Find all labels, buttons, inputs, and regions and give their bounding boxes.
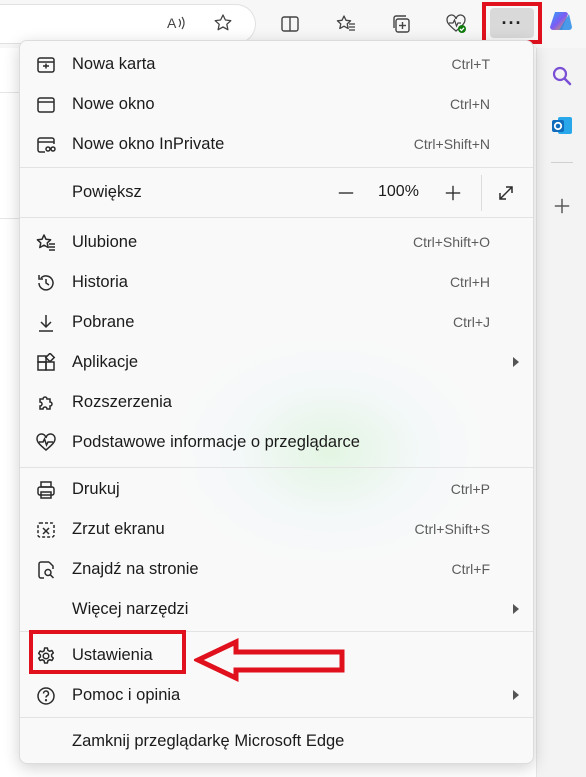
- menu-item-find-on-page[interactable]: Znajdź na stronie Ctrl+F: [20, 550, 533, 588]
- menu-item-label: Pobrane: [72, 312, 135, 331]
- edge-sidebar: [536, 11, 586, 777]
- menu-item-label: Znajdź na stronie: [72, 559, 199, 578]
- menu-item-apps[interactable]: Aplikacje: [20, 343, 533, 381]
- sidebar-divider: [551, 162, 573, 163]
- favorites-icon: [35, 232, 57, 254]
- favorite-star-icon[interactable]: [205, 5, 241, 41]
- menu-item-new-tab[interactable]: Nowa karta Ctrl+T: [20, 45, 533, 83]
- menu-item-shortcut: Ctrl+H: [449, 274, 490, 290]
- print-icon: [35, 479, 57, 501]
- screenshot-icon: [35, 519, 57, 541]
- menu-item-label: Historia: [72, 272, 128, 291]
- menu-item-shortcut: Ctrl+N: [449, 96, 490, 112]
- download-icon: [35, 312, 57, 334]
- menu-item-inprivate-window[interactable]: Nowe okno InPrivate Ctrl+Shift+N: [20, 125, 533, 163]
- settings-icon: [35, 645, 57, 667]
- menu-item-extensions[interactable]: Rozszerzenia: [20, 383, 533, 421]
- fullscreen-icon[interactable]: [492, 179, 520, 207]
- menu-item-shortcut: Ctrl+Shift+O: [412, 234, 490, 250]
- more-button-highlight[interactable]: ···: [482, 2, 542, 44]
- menu-item-zoom: Powiększ 100%: [20, 173, 533, 211]
- menu-item-browser-essentials[interactable]: Podstawowe informacje o przeglądarce: [20, 423, 533, 461]
- settings-and-more-menu: Nowa karta Ctrl+T Nowe okno Ctrl+N Nowe …: [19, 40, 534, 764]
- new-window-icon: [35, 94, 57, 116]
- menu-item-label: Podstawowe informacje o przeglądarce: [72, 432, 360, 451]
- menu-divider: [20, 467, 533, 468]
- zoom-separator: [481, 175, 482, 211]
- browser-essentials-icon[interactable]: [438, 6, 474, 42]
- help-icon: [35, 685, 57, 707]
- collections-icon[interactable]: [383, 6, 419, 42]
- menu-item-shortcut: Ctrl+F: [451, 561, 491, 577]
- history-icon: [35, 272, 57, 294]
- submenu-chevron-icon: [513, 690, 519, 700]
- menu-item-label: Powiększ: [72, 182, 142, 201]
- find-icon: [35, 559, 57, 581]
- menu-item-new-window[interactable]: Nowe okno Ctrl+N: [20, 85, 533, 123]
- menu-divider: [20, 631, 533, 632]
- menu-item-label: Nowe okno: [72, 94, 155, 113]
- menu-item-shortcut: Ctrl+Shift+S: [414, 521, 490, 537]
- zoom-in-button[interactable]: [438, 178, 468, 208]
- menu-item-screenshot[interactable]: Zrzut ekranu Ctrl+Shift+S: [20, 510, 533, 548]
- menu-item-shortcut: Ctrl+Shift+N: [413, 136, 490, 152]
- menu-item-history[interactable]: Historia Ctrl+H: [20, 263, 533, 301]
- menu-item-close-edge[interactable]: Zamknij przeglądarkę Microsoft Edge: [20, 722, 533, 760]
- split-screen-icon[interactable]: [272, 6, 308, 42]
- extensions-icon: [35, 392, 57, 414]
- more-icon[interactable]: ···: [490, 8, 534, 38]
- menu-divider: [20, 717, 533, 718]
- zoom-value: 100%: [378, 183, 419, 200]
- menu-item-label: Pomoc i opinia: [72, 685, 181, 704]
- add-icon[interactable]: [549, 193, 575, 219]
- menu-item-label: Ulubione: [72, 232, 138, 251]
- submenu-chevron-icon: [513, 604, 519, 614]
- inprivate-icon: [35, 134, 57, 156]
- menu-item-label: Aplikacje: [72, 352, 139, 371]
- zoom-out-button[interactable]: [331, 178, 361, 208]
- submenu-chevron-icon: [513, 357, 519, 367]
- menu-item-shortcut: Ctrl+J: [453, 314, 490, 330]
- new-tab-icon: [35, 54, 57, 76]
- svg-text:A: A: [167, 15, 177, 31]
- copilot-icon[interactable]: [549, 8, 575, 34]
- menu-item-shortcut: Ctrl+P: [450, 481, 490, 497]
- address-bar[interactable]: A: [0, 4, 256, 44]
- menu-item-downloads[interactable]: Pobrane Ctrl+J: [20, 303, 533, 341]
- favorites-icon[interactable]: [328, 6, 364, 42]
- menu-item-favorites[interactable]: Ulubione Ctrl+Shift+O: [20, 223, 533, 261]
- menu-divider: [20, 217, 533, 218]
- outlook-icon[interactable]: [549, 113, 575, 139]
- menu-item-more-tools[interactable]: Więcej narzędzi: [20, 590, 533, 628]
- read-aloud-icon[interactable]: A: [158, 5, 194, 41]
- menu-item-shortcut: Ctrl+T: [451, 56, 491, 72]
- menu-item-label: Zrzut ekranu: [72, 519, 165, 538]
- browser-essentials-icon: [35, 432, 57, 454]
- menu-item-help-feedback[interactable]: Pomoc i opinia: [20, 676, 533, 714]
- apps-icon: [35, 352, 57, 374]
- menu-item-label: Zamknij przeglądarkę Microsoft Edge: [72, 731, 345, 750]
- menu-item-label: Więcej narzędzi: [72, 599, 189, 618]
- menu-item-label: Nowa karta: [72, 54, 156, 73]
- menu-item-print[interactable]: Drukuj Ctrl+P: [20, 470, 533, 508]
- search-icon[interactable]: [549, 63, 575, 89]
- menu-item-settings[interactable]: Ustawienia: [20, 636, 533, 674]
- menu-divider: [20, 167, 533, 168]
- menu-item-label: Ustawienia: [72, 645, 153, 664]
- menu-item-label: Rozszerzenia: [72, 392, 172, 411]
- menu-item-label: Nowe okno InPrivate: [72, 134, 225, 153]
- menu-item-label: Drukuj: [72, 479, 120, 498]
